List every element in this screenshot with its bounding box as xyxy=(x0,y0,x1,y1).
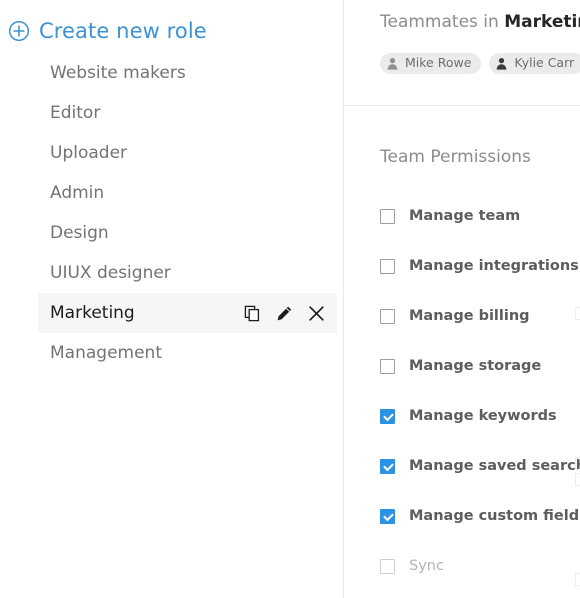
role-list-item[interactable]: Design xyxy=(38,213,337,253)
permission-row[interactable]: Manage storage xyxy=(380,341,580,391)
person-avatar-icon xyxy=(497,58,507,70)
role-detail-panel: Teammates in Marketing Mike Rowe Kylie C… xyxy=(344,0,580,598)
role-label: Editor xyxy=(50,102,101,123)
permission-row[interactable]: Manage integrations xyxy=(380,241,580,291)
permission-checkbox-checked[interactable] xyxy=(380,458,395,474)
role-label: Marketing xyxy=(50,302,135,323)
delete-role-icon[interactable] xyxy=(308,305,325,322)
permission-row[interactable]: Manage saved searches xyxy=(380,441,580,491)
permission-label: Manage keywords xyxy=(409,407,557,424)
teammate-chip[interactable]: Kylie Carr xyxy=(489,53,580,74)
role-list-item-selected[interactable]: Marketing xyxy=(38,293,337,333)
permission-list: Manage team Manage integrations Manage b… xyxy=(380,191,580,591)
role-list: Website makers Editor Uploader Admin Des… xyxy=(0,53,343,373)
role-label: Website makers xyxy=(50,62,186,83)
teammates-heading-role: Marketing xyxy=(504,12,580,32)
circle-plus-icon xyxy=(8,20,30,42)
permission-checkbox[interactable] xyxy=(380,358,395,374)
team-permissions-section: Team Permissions Manage team Manage inte… xyxy=(344,106,580,591)
teammates-heading: Teammates in Marketing xyxy=(380,14,580,31)
role-list-item[interactable]: Editor xyxy=(38,93,337,133)
role-row-actions xyxy=(244,305,325,322)
permission-row[interactable]: Manage team xyxy=(380,191,580,241)
permission-row[interactable]: Manage custom fields xyxy=(380,491,580,541)
permission-label: Manage storage xyxy=(409,357,542,374)
permission-label: Manage integrations xyxy=(409,257,579,274)
role-label: Uploader xyxy=(50,142,128,163)
role-list-item[interactable]: Uploader xyxy=(38,133,337,173)
role-manager-screen: Create new role Website makers Editor Up… xyxy=(0,0,580,598)
teammate-name: Kylie Carr xyxy=(514,55,575,71)
permission-checkbox-checked[interactable] xyxy=(380,408,395,424)
role-label: UIUX designer xyxy=(50,262,171,283)
teammate-name: Mike Rowe xyxy=(405,55,472,71)
teammates-heading-prefix: Teammates in xyxy=(380,12,505,32)
role-label: Design xyxy=(50,222,109,243)
permission-label: Manage billing xyxy=(409,307,530,324)
permission-label: Manage saved searches xyxy=(409,457,580,474)
teammates-section: Teammates in Marketing Mike Rowe Kylie C… xyxy=(344,0,580,105)
person-avatar-icon xyxy=(387,58,398,70)
permission-row[interactable]: Manage billing xyxy=(380,291,580,341)
permission-row[interactable]: Sync xyxy=(380,541,580,591)
roles-sidebar: Create new role Website makers Editor Up… xyxy=(0,0,344,598)
role-list-item[interactable]: Website makers xyxy=(38,53,337,93)
permission-checkbox[interactable] xyxy=(380,208,395,224)
permission-label: Manage custom fields xyxy=(409,507,580,524)
teammate-chip[interactable]: Mike Rowe xyxy=(380,53,482,74)
permission-checkbox[interactable] xyxy=(380,558,395,574)
permission-label: Sync xyxy=(409,557,444,574)
role-list-item[interactable]: Admin xyxy=(38,173,337,213)
create-new-role-button[interactable]: Create new role xyxy=(0,0,343,47)
duplicate-role-icon[interactable] xyxy=(244,305,261,322)
permission-checkbox-checked[interactable] xyxy=(380,508,395,524)
role-list-item[interactable]: Management xyxy=(38,333,337,373)
permission-row[interactable]: Manage keywords xyxy=(380,391,580,441)
create-new-role-label: Create new role xyxy=(39,18,207,43)
permission-label: Manage team xyxy=(409,207,521,224)
edit-role-icon[interactable] xyxy=(276,305,293,322)
role-label: Management xyxy=(50,342,162,363)
team-permissions-title: Team Permissions xyxy=(380,147,531,167)
role-label: Admin xyxy=(50,182,105,203)
permission-checkbox[interactable] xyxy=(380,258,395,274)
teammate-chip-list: Mike Rowe Kylie Carr xyxy=(380,53,580,74)
permission-checkbox[interactable] xyxy=(380,308,395,324)
role-list-item[interactable]: UIUX designer xyxy=(38,253,337,293)
